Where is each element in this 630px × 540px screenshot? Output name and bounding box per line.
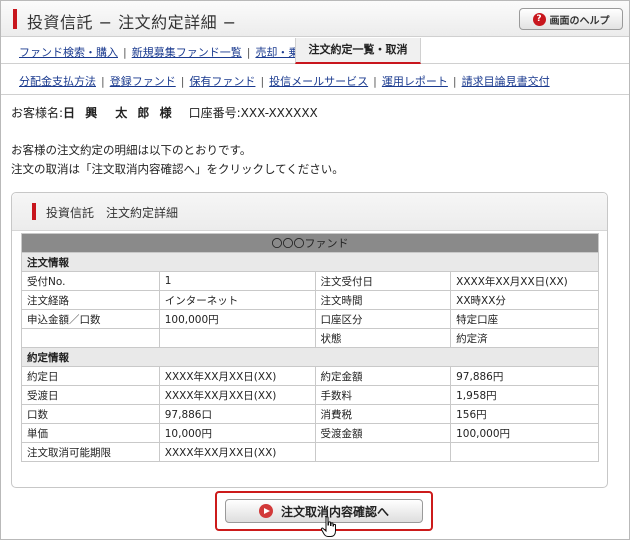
play-circle-icon xyxy=(258,504,273,518)
table-row-cell: 口座区分 xyxy=(314,309,452,329)
header-accent-bar xyxy=(13,9,17,29)
intro-text: お客様の注文約定の明細は以下のとおりです。 注文の取消は「注文取消内容確認へ」を… xyxy=(11,141,344,179)
table-row-cell: XXXX年XX月XX日(XX) xyxy=(158,366,316,386)
page-frame: 投資信託 − 注文約定詳細 − ? 画面のヘルプ ファンド検索・購入 | 新規募… xyxy=(0,0,630,540)
hand-pointer-icon xyxy=(320,516,336,537)
table-row-cell: 1 xyxy=(158,271,316,291)
help-button-label: 画面のヘルプ xyxy=(549,15,610,27)
customer-info: お客様名:日 興 太 郎 様口座番号:XXX-XXXXXX xyxy=(11,104,318,121)
nav-mail-service[interactable]: 投信メールサービス xyxy=(269,73,368,89)
nav-separator: | xyxy=(101,74,105,88)
nav-separator: | xyxy=(180,74,185,88)
fund-name-row-cell: 〇〇〇ファンド xyxy=(21,233,599,253)
table-row-cell: インターネット xyxy=(158,290,316,310)
table-row: 状態 約定済 xyxy=(21,328,599,348)
nav-distribution-method[interactable]: 分配金支払方法 xyxy=(19,73,96,89)
nav-separator: | xyxy=(452,74,457,88)
table-row-cell: 受渡日 xyxy=(21,385,160,405)
detail-table: 〇〇〇ファンド 注文情報 受付No. 1 注文受付日 XXXX年XX月XX日(XX) 注文経… xyxy=(21,233,599,462)
table-row-cell: 10,000円 xyxy=(158,423,316,443)
table-row: 口数 97,886口 消費税 156円 xyxy=(21,404,599,424)
table-row-cell: 97,886口 xyxy=(158,404,316,424)
contract-section-row: 約定情報 xyxy=(21,347,599,367)
fund-name-row: 〇〇〇ファンド xyxy=(21,233,599,253)
table-row-cell: 注文受付日 xyxy=(314,271,452,291)
table-row-cell: 156円 xyxy=(450,404,599,424)
nav-new-funds[interactable]: 新規募集ファンド一覧 xyxy=(132,44,242,60)
table-row-cell: 受付No. xyxy=(21,271,160,291)
table-row-cell: 申込金額／口数 xyxy=(21,309,160,329)
question-circle-icon: ? xyxy=(532,12,546,26)
table-row-cell: XX時XX分 xyxy=(450,290,599,310)
table-row: 注文経路 インターネット 注文時間 XX時XX分 xyxy=(21,290,599,310)
page-header: 投資信託 − 注文約定詳細 − ? 画面のヘルプ xyxy=(1,1,629,37)
account-label: 口座番号: xyxy=(188,106,241,120)
table-row-cell xyxy=(21,328,160,348)
panel-title: 投資信託 注文約定詳細 xyxy=(46,206,179,220)
intro-line-1: お客様の注文約定の明細は以下のとおりです。 xyxy=(11,143,252,157)
table-row-cell: XXXX年XX月XX日(XX) xyxy=(158,442,316,462)
nav-report[interactable]: 運用レポート xyxy=(382,73,448,89)
nav-order-list-active[interactable]: 注文約定一覧・取消 xyxy=(295,38,421,64)
table-row-cell: 注文経路 xyxy=(21,290,160,310)
table-row-cell: 100,000円 xyxy=(450,423,599,443)
order-section-row: 注文情報 xyxy=(21,252,599,272)
table-row-cell: 約定済 xyxy=(450,328,599,348)
table-row-cell: 注文取消可能期限 xyxy=(21,442,160,462)
nav-separator: | xyxy=(123,45,127,59)
contract-section-row-cell: 約定情報 xyxy=(21,347,599,367)
table-row-cell: 1,958円 xyxy=(450,385,599,405)
table-row-cell: 100,000円 xyxy=(158,309,316,329)
page-title: 投資信託 − 注文約定詳細 − xyxy=(27,13,237,32)
primary-nav: ファンド検索・購入 | 新規募集ファンド一覧 | 売却・乗換 注文約定一覧・取消 xyxy=(1,38,629,64)
table-row-cell: 約定金額 xyxy=(314,366,452,386)
table-row-cell: 受渡金額 xyxy=(314,423,452,443)
panel-header: 投資信託 注文約定詳細 xyxy=(12,193,607,231)
customer-label: お客様名: xyxy=(11,106,64,120)
table-row-cell xyxy=(158,328,316,348)
nav-prospectus[interactable]: 請求目論見書交付 xyxy=(462,73,550,89)
table-row-cell xyxy=(314,442,452,462)
table-row-cell xyxy=(450,442,599,462)
table-row: 申込金額／口数 100,000円 口座区分 特定口座 xyxy=(21,309,599,329)
detail-panel: 投資信託 注文約定詳細 〇〇〇ファンド 注文情報 受付No. 1 注文受付日 XXXX年X… xyxy=(11,192,608,488)
account-number: XXX-XXXXXX xyxy=(240,106,318,120)
nav-separator: | xyxy=(260,74,265,88)
table-row-cell: 97,886円 xyxy=(450,366,599,386)
table-row: 約定日 XXXX年XX月XX日(XX) 約定金額 97,886円 xyxy=(21,366,599,386)
table-row-cell: 注文時間 xyxy=(314,290,452,310)
table-row-cell: XXXX年XX月XX日(XX) xyxy=(158,385,316,405)
intro-line-2: 注文の取消は「注文取消内容確認へ」をクリックしてください。 xyxy=(11,162,344,176)
panel-accent-bar xyxy=(32,203,36,220)
secondary-nav: 分配金支払方法 | 登録ファンド | 保有ファンド | 投信メールサービス | … xyxy=(19,73,550,89)
help-button[interactable]: ? 画面のヘルプ xyxy=(519,8,623,30)
table-row-cell: 手数料 xyxy=(314,385,452,405)
table-row: 受渡日 XXXX年XX月XX日(XX) 手数料 1,958円 xyxy=(21,385,599,405)
nav-separator: | xyxy=(373,74,377,88)
table-row: 受付No. 1 注文受付日 XXXX年XX月XX日(XX) xyxy=(21,271,599,291)
divider xyxy=(1,94,629,95)
nav-separator: | xyxy=(246,45,251,59)
order-section-row-cell: 注文情報 xyxy=(21,252,599,272)
nav-registered-funds[interactable]: 登録ファンド xyxy=(110,73,176,89)
table-row-cell: 状態 xyxy=(314,328,452,348)
table-row: 注文取消可能期限 XXXX年XX月XX日(XX) xyxy=(21,442,599,462)
table-row-cell: 消費税 xyxy=(314,404,452,424)
table-row-cell: XXXX年XX月XX日(XX) xyxy=(450,271,599,291)
customer-name: 日 興 太 郎 様 xyxy=(63,106,175,120)
table-row-cell: 特定口座 xyxy=(450,309,599,329)
nav-held-funds[interactable]: 保有ファンド xyxy=(189,73,255,89)
table-row-cell: 単価 xyxy=(21,423,160,443)
table-row-cell: 約定日 xyxy=(21,366,160,386)
table-row-cell: 口数 xyxy=(21,404,160,424)
table-row: 単価 10,000円 受渡金額 100,000円 xyxy=(21,423,599,443)
nav-fund-search[interactable]: ファンド検索・購入 xyxy=(19,44,118,60)
